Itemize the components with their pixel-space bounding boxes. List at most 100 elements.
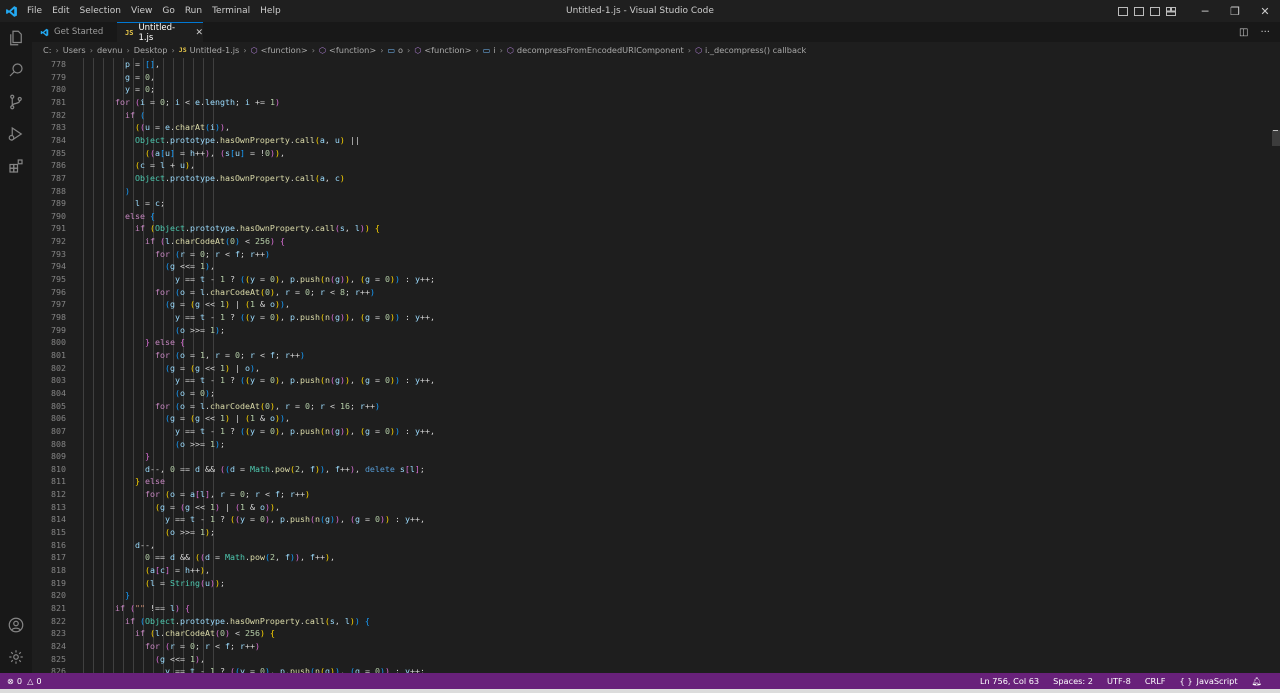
extensions-icon[interactable]	[0, 150, 32, 182]
menu-go[interactable]: Go	[157, 0, 179, 22]
tab-get-started[interactable]: Get Started	[32, 22, 116, 42]
code-line[interactable]: 782 if (	[32, 109, 1268, 122]
toggle-sidebar-icon[interactable]	[1118, 6, 1128, 16]
code-line[interactable]: 811} else	[32, 475, 1268, 488]
code-line[interactable]: 801 for (o = 1, r = 0; r < f; r++)	[32, 349, 1268, 362]
breadcrumb-item[interactable]: ⬡ i._decompress() callback	[695, 45, 806, 55]
code-line[interactable]: 823 if (l.charCodeAt(0) < 256) {	[32, 627, 1268, 640]
code-line[interactable]: 802 (g = (g << 1) | o),	[32, 362, 1268, 375]
code-line[interactable]: 778 p = [],	[32, 58, 1268, 71]
source-control-icon[interactable]	[0, 86, 32, 118]
code-line[interactable]: 819 (l = String(u));	[32, 577, 1268, 590]
code-line[interactable]: 787 Object.prototype.hasOwnProperty.call(…	[32, 172, 1268, 185]
line-number: 821	[51, 602, 66, 613]
breadcrumb-item[interactable]: C:	[43, 45, 51, 55]
more-actions-icon[interactable]: ···	[1260, 27, 1270, 38]
code-line[interactable]: 821 if ("" !== l) {	[32, 602, 1268, 615]
code-line[interactable]: 792 if (l.charCodeAt(0) < 256) {	[32, 235, 1268, 248]
code-editor[interactable]: 778 p = [], 779 g = 0, 780 y = 0; 781 for (i = …	[32, 58, 1280, 673]
menu-view[interactable]: View	[126, 0, 157, 22]
code-line[interactable]: 796 for (o = l.charCodeAt(0), r = 0; r < …	[32, 286, 1268, 299]
code-line[interactable]: 783 ((u = e.charAt(i)),	[32, 121, 1268, 134]
account-icon[interactable]	[0, 609, 32, 641]
breadcrumb-item[interactable]: ⬡ <function>	[251, 45, 308, 55]
code-line[interactable]: 816 d--,	[32, 539, 1268, 552]
problems-indicator[interactable]: ⊗ 0 △ 0	[7, 673, 42, 689]
split-editor-icon[interactable]: ◫	[1239, 27, 1248, 38]
bell-icon[interactable]: 🔔︎	[1252, 676, 1262, 687]
breadcrumb-item[interactable]: ▭ o	[387, 45, 403, 55]
code-line[interactable]: 812 for (o = a[l], r = 0; r < f; r++)	[32, 488, 1268, 501]
code-line[interactable]: 790 else {	[32, 210, 1268, 223]
run-debug-icon[interactable]	[0, 118, 32, 150]
code-line[interactable]: 779 g = 0,	[32, 71, 1268, 84]
code-line[interactable]: 814 y == t - 1 ? ((y = 0), p.push(n(g)), …	[32, 513, 1268, 526]
toggle-panel-icon[interactable]	[1134, 6, 1144, 16]
code-line[interactable]: 794 (g <<= 1),	[32, 260, 1268, 273]
code-line[interactable]: 826 y == t - 1 ? ((y = 0), p.push(n(g)), …	[32, 665, 1268, 673]
breadcrumb-item[interactable]: JS Untitled-1.js	[179, 45, 240, 55]
files-icon[interactable]	[0, 22, 32, 54]
code-line[interactable]: 820}	[32, 589, 1268, 602]
breadcrumb-item[interactable]: devnu	[97, 45, 122, 55]
code-line[interactable]: 781 for (i = 0; i < e.length; i += 1)	[32, 96, 1268, 109]
code-line[interactable]: 825 (g <<= 1),	[32, 653, 1268, 666]
eol-status[interactable]: CRLF	[1145, 676, 1166, 686]
breadcrumb-item[interactable]: ▭ i	[483, 45, 496, 55]
code-line[interactable]: 810 d--, 0 == d && ((d = Math.pow(2, f)),…	[32, 463, 1268, 476]
code-line[interactable]: 785 ((a[u] = h++), (s[u] = !0)),	[32, 147, 1268, 160]
code-line[interactable]: 798 y == t - 1 ? ((y = 0), p.push(n(g)), …	[32, 311, 1268, 324]
code-line[interactable]: 799 (o >>= 1);	[32, 324, 1268, 337]
search-icon[interactable]	[0, 54, 32, 86]
menu-edit[interactable]: Edit	[47, 0, 74, 22]
code-line[interactable]: 788)	[32, 185, 1268, 198]
code-line[interactable]: 795 y == t - 1 ? ((y = 0), p.push(n(g)), …	[32, 273, 1268, 286]
line-number: 811	[51, 476, 66, 487]
code-line[interactable]: 822 if (Object.prototype.hasOwnProperty.c…	[32, 615, 1268, 628]
code-line[interactable]: 817 0 == d && ((d = Math.pow(2, f)), f++)…	[32, 551, 1268, 564]
code-line[interactable]: 793 for (r = 0; r < f; r++)	[32, 248, 1268, 261]
code-line[interactable]: 800} else {	[32, 336, 1268, 349]
menu-help[interactable]: Help	[255, 0, 286, 22]
breadcrumb-item[interactable]: Users	[63, 45, 86, 55]
code-line[interactable]: 784 Object.prototype.hasOwnProperty.call(…	[32, 134, 1268, 147]
breadcrumb-item[interactable]: Desktop	[134, 45, 168, 55]
close-window-button[interactable]: ✕	[1250, 0, 1280, 22]
code-line[interactable]: 807 y == t - 1 ? ((y = 0), p.push(n(g)), …	[32, 425, 1268, 438]
code-line[interactable]: 815 (o >>= 1);	[32, 526, 1268, 539]
tab-untitled-1-js[interactable]: JS Untitled-1.js ✕	[117, 22, 203, 43]
code-line[interactable]: 808 (o >>= 1);	[32, 438, 1268, 451]
code-line[interactable]: 809}	[32, 450, 1268, 463]
toggle-secondary-sidebar-icon[interactable]	[1150, 6, 1160, 16]
scrollbar-slider[interactable]	[1272, 130, 1280, 146]
breadcrumb-item[interactable]: ⬡ <function>	[319, 45, 376, 55]
code-line[interactable]: 818 (a[c] = h++),	[32, 564, 1268, 577]
code-line[interactable]: 804 (o = 0);	[32, 387, 1268, 400]
menu-file[interactable]: File	[22, 0, 47, 22]
code-line[interactable]: 824 for (r = 0; r < f; r++)	[32, 640, 1268, 653]
menu-run[interactable]: Run	[180, 0, 207, 22]
code-line[interactable]: 803 y == t - 1 ? ((y = 0), p.push(n(g)), …	[32, 374, 1268, 387]
language-mode[interactable]: { } JavaScript	[1180, 676, 1238, 686]
cursor-position[interactable]: Ln 756, Col 63	[980, 676, 1039, 686]
indentation-status[interactable]: Spaces: 2	[1053, 676, 1093, 686]
code-line[interactable]: 805 for (o = l.charCodeAt(0), r = 0; r < …	[32, 400, 1268, 413]
code-line[interactable]: 797 (g = (g << 1) | (1 & o)),	[32, 298, 1268, 311]
breadcrumb-item[interactable]: ⬡ <function>	[414, 45, 471, 55]
code-text: (g = (g << 1) | o),	[165, 362, 260, 373]
maximize-button[interactable]: ❐	[1220, 0, 1250, 22]
close-tab-icon[interactable]: ✕	[195, 28, 203, 38]
code-line[interactable]: 789 l = c;	[32, 197, 1268, 210]
customize-layout-icon[interactable]	[1166, 6, 1176, 16]
menu-selection[interactable]: Selection	[75, 0, 126, 22]
code-line[interactable]: 786 (c = l + u),	[32, 159, 1268, 172]
minimize-button[interactable]: ─	[1190, 0, 1220, 22]
encoding-status[interactable]: UTF-8	[1107, 676, 1131, 686]
breadcrumb-item[interactable]: ⬡ decompressFromEncodedURIComponent	[507, 45, 684, 55]
code-line[interactable]: 791 if (Object.prototype.hasOwnProperty.c…	[32, 222, 1268, 235]
code-line[interactable]: 780 y = 0;	[32, 83, 1268, 96]
code-line[interactable]: 813 (g = (g << 1) | (1 & o)),	[32, 501, 1268, 514]
menu-terminal[interactable]: Terminal	[207, 0, 255, 22]
code-line[interactable]: 806 (g = (g << 1) | (1 & o)),	[32, 412, 1268, 425]
settings-gear-icon[interactable]	[0, 641, 32, 673]
